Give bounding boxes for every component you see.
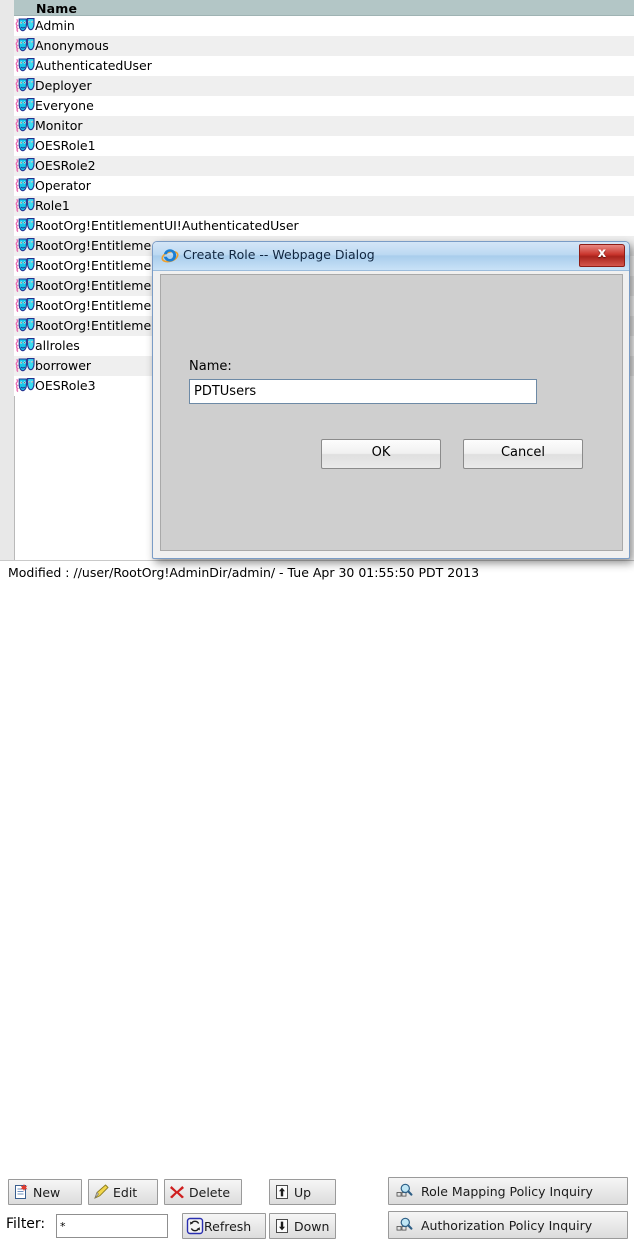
role-masks-icon: [15, 318, 35, 335]
dialog-title-bar[interactable]: Create Role -- Webpage Dialog x: [153, 242, 629, 271]
role-name-label: Anonymous: [35, 38, 109, 53]
magnifier-icon: [395, 1216, 413, 1234]
role-mapping-policy-inquiry-button[interactable]: Role Mapping Policy Inquiry: [388, 1177, 628, 1205]
role-name-label: Deployer: [35, 78, 92, 93]
new-button[interactable]: New: [8, 1179, 82, 1205]
role-masks-icon: [15, 338, 35, 355]
internet-explorer-icon: [161, 247, 179, 265]
edit-button[interactable]: Edit: [88, 1179, 158, 1205]
column-header-label: Name: [36, 1, 78, 16]
edit-button-label: Edit: [113, 1184, 138, 1200]
table-row[interactable]: Anonymous: [14, 36, 634, 56]
role-name-label: Operator: [35, 178, 91, 193]
arrow-up-icon: [273, 1183, 291, 1201]
authorization-policy-inquiry-label: Authorization Policy Inquiry: [421, 1217, 593, 1233]
authorization-policy-inquiry-button[interactable]: Authorization Policy Inquiry: [388, 1211, 628, 1239]
close-icon[interactable]: x: [579, 244, 625, 267]
role-masks-icon: [15, 38, 35, 55]
up-button-label: Up: [294, 1184, 312, 1200]
role-name-label: Admin: [35, 18, 75, 33]
column-header-name[interactable]: Name: [14, 0, 634, 16]
name-label: Name:: [189, 359, 232, 374]
role-masks-icon: [15, 278, 35, 295]
table-row[interactable]: OESRole2: [14, 156, 634, 176]
red-x-icon: [168, 1183, 186, 1201]
filter-label: Filter:: [6, 1216, 46, 1232]
refresh-icon: [186, 1217, 204, 1235]
role-name-label: allroles: [35, 338, 80, 353]
role-name-label: OESRole1: [35, 138, 96, 153]
role-name-label: RootOrg!Entitleme: [35, 238, 152, 253]
role-name-label: RootOrg!Entitleme: [35, 258, 152, 273]
down-button[interactable]: Down: [269, 1213, 336, 1239]
close-glyph: x: [597, 246, 607, 261]
role-name-label: borrower: [35, 358, 92, 373]
status-text: Modified : //user/RootOrg!AdminDir/admin…: [8, 565, 480, 580]
create-role-dialog: Create Role -- Webpage Dialog x Name: OK…: [152, 241, 630, 559]
role-masks-icon: [15, 138, 35, 155]
role-name-label: RootOrg!Entitleme: [35, 318, 152, 333]
ok-button[interactable]: OK: [321, 439, 441, 469]
role-masks-icon: [15, 218, 35, 235]
status-bar: Modified : //user/RootOrg!AdminDir/admin…: [0, 560, 634, 586]
role-name-label: Role1: [35, 198, 70, 213]
role-name-label: RootOrg!Entitleme: [35, 278, 152, 293]
name-input[interactable]: [189, 379, 537, 404]
new-document-icon: [12, 1183, 30, 1201]
delete-button-label: Delete: [189, 1184, 231, 1200]
table-row[interactable]: Deployer: [14, 76, 634, 96]
table-row[interactable]: Operator: [14, 176, 634, 196]
down-button-label: Down: [294, 1218, 330, 1234]
role-masks-icon: [15, 118, 35, 135]
role-masks-icon: [15, 378, 35, 395]
role-name-label: Everyone: [35, 98, 94, 113]
dialog-body: Name: OK Cancel: [160, 274, 623, 551]
role-masks-icon: [15, 98, 35, 115]
role-masks-icon: [15, 358, 35, 375]
bottom-toolbar: New Edit Delete Up Role Mapping Policy I…: [0, 586, 634, 1239]
new-button-label: New: [33, 1184, 61, 1200]
table-row[interactable]: Everyone: [14, 96, 634, 116]
refresh-button-label: Refresh: [204, 1218, 252, 1234]
table-row[interactable]: Monitor: [14, 116, 634, 136]
role-name-label: RootOrg!EntitlementUI!AuthenticatedUser: [35, 218, 299, 233]
magnifier-icon: [395, 1182, 413, 1200]
role-name-label: Monitor: [35, 118, 83, 133]
table-row[interactable]: Admin: [14, 16, 634, 36]
arrow-down-icon: [273, 1217, 291, 1235]
table-row[interactable]: AuthenticatedUser: [14, 56, 634, 76]
table-row[interactable]: OESRole1: [14, 136, 634, 156]
role-masks-icon: [15, 258, 35, 275]
role-masks-icon: [15, 58, 35, 75]
cancel-button[interactable]: Cancel: [463, 439, 583, 469]
dialog-title: Create Role -- Webpage Dialog: [183, 247, 375, 262]
role-masks-icon: [15, 158, 35, 175]
role-masks-icon: [15, 238, 35, 255]
list-row-gutter: [0, 0, 15, 560]
role-name-label: RootOrg!Entitleme: [35, 298, 152, 313]
role-masks-icon: [15, 18, 35, 35]
role-masks-icon: [15, 298, 35, 315]
pencil-icon: [92, 1183, 110, 1201]
table-row[interactable]: RootOrg!EntitlementUI!AuthenticatedUser: [14, 216, 634, 236]
refresh-button[interactable]: Refresh: [182, 1213, 266, 1239]
role-masks-icon: [15, 198, 35, 215]
up-button[interactable]: Up: [269, 1179, 336, 1205]
role-masks-icon: [15, 78, 35, 95]
role-masks-icon: [15, 178, 35, 195]
role-name-label: OESRole3: [35, 378, 96, 393]
role-name-label: OESRole2: [35, 158, 96, 173]
role-name-label: AuthenticatedUser: [35, 58, 152, 73]
filter-input[interactable]: [56, 1214, 168, 1238]
role-mapping-policy-inquiry-label: Role Mapping Policy Inquiry: [421, 1183, 593, 1199]
table-row[interactable]: Role1: [14, 196, 634, 216]
delete-button[interactable]: Delete: [164, 1179, 242, 1205]
